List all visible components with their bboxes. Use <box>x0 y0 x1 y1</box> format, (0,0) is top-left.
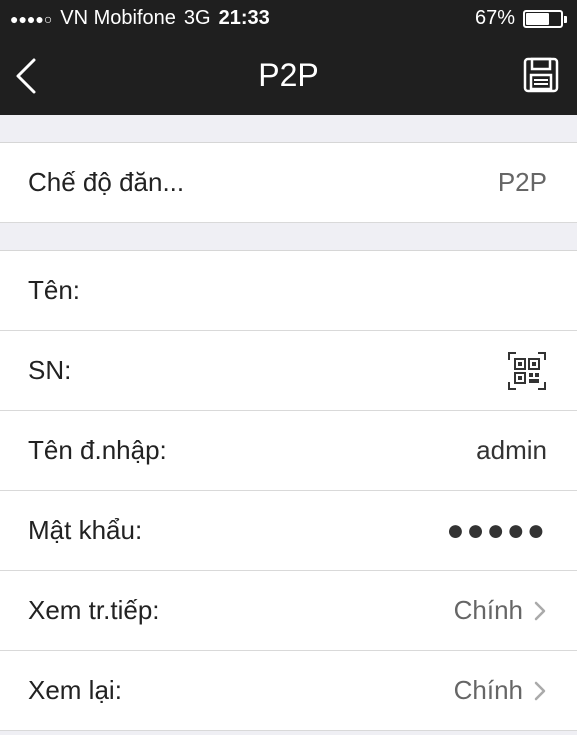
live-view-value-wrap: Chính <box>454 595 547 626</box>
registration-mode-label: Chế độ đăn... <box>28 167 185 197</box>
name-label: Tên: <box>28 275 81 305</box>
clock: 21:33 <box>218 7 270 29</box>
chevron-right-icon <box>534 601 546 620</box>
username-label: Tên đ.nhập: <box>28 435 167 465</box>
status-bar: ●●●●○ VN Mobifone 3G 21:33 67% <box>0 0 577 37</box>
username-input[interactable]: admin <box>476 435 547 466</box>
password-row[interactable]: Mật khẩu: ●●●●● <box>0 491 577 571</box>
live-view-label: Xem tr.tiếp: <box>28 595 160 625</box>
device-details-section: Tên: SN: Tên đ.nhập: admin Mật khẩu: ●●●… <box>0 251 577 731</box>
serial-number-row[interactable]: SN: <box>0 331 577 411</box>
floppy-disk-icon[interactable] <box>523 57 559 93</box>
playback-stream-row[interactable]: Xem lại: Chính <box>0 651 577 731</box>
registration-mode-row[interactable]: Chế độ đăn... P2P <box>0 143 577 223</box>
signal-strength: ●●●●○ <box>10 10 53 27</box>
section-spacer <box>0 115 577 143</box>
qr-scan-icon[interactable] <box>507 351 547 391</box>
chevron-right-icon <box>534 681 546 700</box>
password-label: Mật khẩu: <box>28 515 143 545</box>
playback-label: Xem lại: <box>28 675 122 705</box>
password-input[interactable]: ●●●●● <box>446 514 547 548</box>
serial-number-label: SN: <box>28 355 72 385</box>
registration-mode-value: P2P <box>497 167 547 197</box>
battery-percent: 67% <box>474 7 515 29</box>
username-row[interactable]: Tên đ.nhập: admin <box>0 411 577 491</box>
carrier-name: VN Mobifone <box>60 7 176 29</box>
navigation-bar: P2P <box>0 37 577 115</box>
mode-section: Chế độ đăn... P2P <box>0 143 577 223</box>
name-row[interactable]: Tên: <box>0 251 577 331</box>
battery-fill <box>526 12 549 25</box>
network-type: 3G <box>183 7 211 29</box>
top-bar: ●●●●○ VN Mobifone 3G 21:33 67% P2P <box>0 0 577 115</box>
live-view-stream-row[interactable]: Xem tr.tiếp: Chính <box>0 571 577 651</box>
live-view-value: Chính <box>453 595 523 625</box>
section-spacer <box>0 223 577 251</box>
page-title: P2P <box>258 57 319 93</box>
battery-icon <box>523 9 567 28</box>
playback-value: Chính <box>453 675 523 705</box>
playback-value-wrap: Chính <box>454 675 547 706</box>
